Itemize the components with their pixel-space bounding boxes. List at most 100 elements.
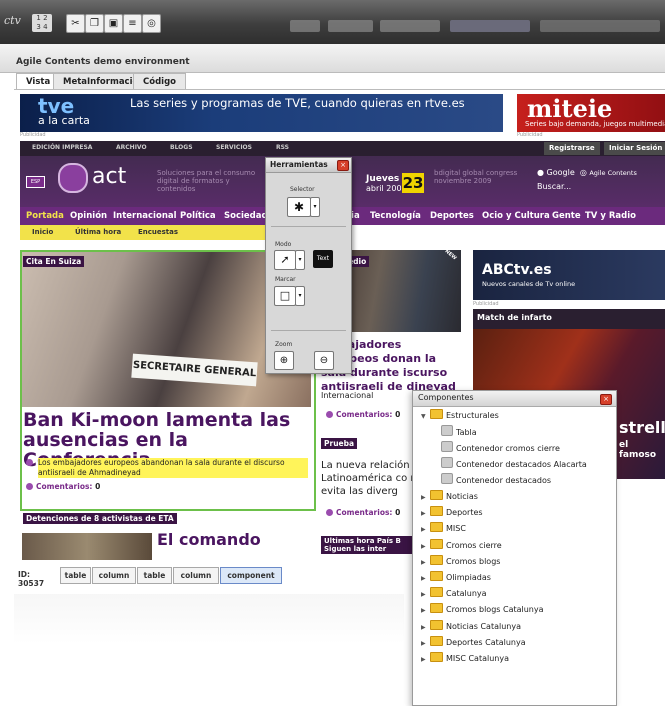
chevron-down-icon[interactable]: ▾ [310,197,320,217]
close-icon[interactable]: × [337,160,349,171]
comments-link[interactable]: Comentarios: 0 [326,508,400,517]
tree-folder[interactable]: ▶ MISC Catalunya [421,652,509,666]
top-nav-item[interactable]: EDICIÓN IMPRESA [32,144,92,151]
tree-folder[interactable]: ▶ Olimpiadas [421,571,491,585]
tree-component[interactable]: Contenedor destacados [441,473,551,487]
chevron-right-icon[interactable]: ▶ [421,540,430,554]
submenu-item[interactable]: Encuestas [138,228,178,236]
top-nav-item[interactable]: ARCHIVO [116,144,147,151]
layout-grid-button[interactable]: 1 23 4 [32,14,52,32]
tree-folder[interactable]: ▶ Cromos blogs [421,555,500,569]
top-nav-item[interactable]: RSS [276,144,289,151]
tree-component[interactable]: Contenedor destacados Alacarta [441,457,587,471]
ad-label: Publicidad [517,132,543,138]
tree-folder[interactable]: ▶ MISC [421,522,466,536]
tab-codigo[interactable]: Código [133,73,186,90]
image-icon[interactable]: ▣ [104,14,123,33]
story-title[interactable]: Match de infarto [477,313,552,322]
breadcrumb-item[interactable]: table [60,567,91,584]
story-headline[interactable]: El comando [157,530,261,549]
menu-item[interactable]: Ocio y Cultura [482,211,550,221]
top-nav-item[interactable]: SERVICIOS [216,144,252,151]
breadcrumb-item[interactable]: column [92,567,136,584]
herramientas-panel[interactable]: Herramientas × Selector ✱ ▾ Modo ➚ ▾ Tex… [265,157,352,374]
search-engine-options[interactable]: ● Google ◎ Agile Contents [537,168,637,177]
tree-folder-expanded[interactable]: ▼ Estructurales [421,409,499,423]
submenu-item[interactable]: Última hora [75,228,121,236]
chevron-right-icon[interactable]: ▶ [421,621,430,635]
menu-item[interactable]: Internacional [113,211,177,221]
site-logo[interactable]: act [92,164,126,189]
pointer-icon[interactable]: ➚ [274,250,296,270]
tree-folder[interactable]: ▶ Noticias Catalunya [421,620,521,634]
chevron-right-icon[interactable]: ▶ [421,507,430,521]
banner-sub: a la carta [38,114,90,127]
breadcrumb-item-selected[interactable]: component [220,567,282,584]
tree-folder[interactable]: ▶ Deportes Catalunya [421,636,526,650]
divider [271,330,346,331]
abc-sub: Nuevos canales de Tv online [482,280,576,288]
submenu-item[interactable]: Inicio [32,228,53,236]
chevron-right-icon[interactable]: ▶ [421,491,430,505]
register-button[interactable]: Registrarse [544,142,600,155]
chevron-right-icon[interactable]: ▶ [421,637,430,651]
tree-folder[interactable]: ▶ Noticias [421,490,478,504]
chevron-down-icon[interactable]: ▾ [295,286,305,306]
gear-icon[interactable]: ◎ [142,14,161,33]
story-thumbnail[interactable] [22,533,152,560]
menu-item[interactable]: Portada [26,211,64,221]
menu-item[interactable]: Deportes [430,211,474,221]
breadcrumb-item[interactable]: column [173,567,219,584]
chevron-right-icon[interactable]: ▶ [421,572,430,586]
herramientas-titlebar[interactable]: Herramientas × [266,158,351,173]
tree-folder[interactable]: ▶ Cromos cierre [421,539,502,553]
comments-link[interactable]: Comentarios: 0 [26,482,100,491]
text-mode-button[interactable]: Text [313,250,333,268]
zoom-in-icon[interactable]: ⊕ [274,351,294,370]
componentes-panel[interactable]: Componentes × ▼ Estructurales Tabla Conte… [412,390,617,706]
tree-folder[interactable]: ▶ Cromos blogs Catalunya [421,603,544,617]
component-id: ID: 30537 [18,570,45,588]
language-badge[interactable]: ESP [26,176,45,188]
chevron-down-icon[interactable]: ▾ [295,250,305,270]
menu-item[interactable]: Sociedad [224,211,268,221]
folder-icon [430,620,443,630]
componentes-titlebar[interactable]: Componentes × [413,391,616,407]
menu-item[interactable]: Tecnología [370,211,421,221]
menu-item[interactable]: Política [180,211,216,221]
component-icon [441,457,453,468]
close-icon[interactable]: × [600,394,612,405]
search-input[interactable]: Buscar... [537,182,571,191]
folder-icon [430,603,443,613]
chevron-right-icon[interactable]: ▶ [421,588,430,602]
comments-link[interactable]: Comentarios: 0 [326,410,400,419]
tree-component[interactable]: Tabla [441,425,477,439]
menu-item[interactable]: TV y Radio [585,211,636,221]
menu-item[interactable]: Opinión [70,211,107,221]
chevron-right-icon[interactable]: ▶ [421,523,430,537]
top-nav-item[interactable]: BLOGS [170,144,193,151]
zoom-out-icon[interactable]: ⊖ [314,351,334,370]
chevron-right-icon[interactable]: ▶ [421,604,430,618]
tree-folder[interactable]: ▶ Catalunya [421,587,487,601]
folder-icon [430,522,443,532]
modo-label: Modo [275,241,292,248]
menu-item[interactable]: Gente [552,211,581,221]
chevron-right-icon[interactable]: ▶ [421,556,430,570]
section-tag: Detenciones de 8 activistas de ETA [23,513,177,524]
selector-icon[interactable]: ✱ [287,197,311,217]
list-icon[interactable]: ≡ [123,14,142,33]
ad-banner-tve[interactable]: tve a la carta Las series y programas de… [20,94,503,132]
marquee-icon[interactable]: □ [274,286,296,306]
login-button[interactable]: Iniciar Sesión [604,142,665,155]
tools-icon[interactable]: ✂ [66,14,85,33]
breadcrumb-item[interactable]: table [137,567,172,584]
dimmed-controls [290,20,320,32]
tree-component[interactable]: Contenedor cromos cierre [441,441,560,455]
tree-folder[interactable]: ▶ Deportes [421,506,483,520]
copy-icon[interactable]: ❐ [85,14,104,33]
ad-banner-miteie[interactable]: miteie Series bajo demanda, juegos multi… [517,94,665,132]
ad-label: Publicidad [20,132,46,138]
chevron-down-icon[interactable]: ▼ [421,410,430,424]
chevron-right-icon[interactable]: ▶ [421,653,430,667]
